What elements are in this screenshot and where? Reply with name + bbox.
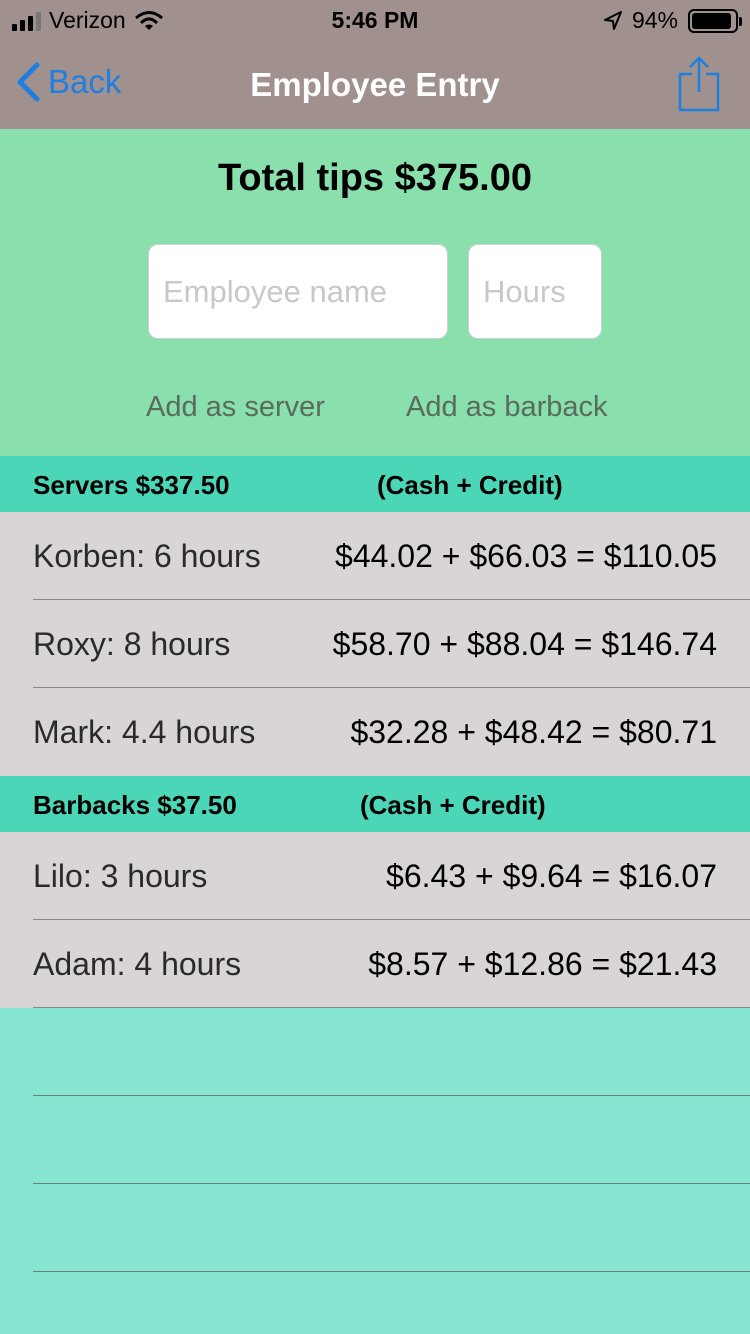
server-row[interactable]: Roxy: 8 hours $58.70 + $88.04 = $146.74 (0, 600, 750, 688)
barback-row[interactable]: Adam: 4 hours $8.57 + $12.86 = $21.43 (0, 920, 750, 1008)
employee-name: Korben: 6 hours (33, 538, 261, 574)
empty-row-divider (33, 1095, 750, 1096)
employee-name: Mark: 4.4 hours (33, 714, 256, 750)
battery-fill (692, 12, 732, 29)
share-button[interactable] (678, 56, 720, 117)
employee-name: Adam: 4 hours (33, 946, 242, 982)
employee-amount: $6.43 + $9.64 = $16.07 (386, 858, 717, 894)
employee-name: Lilo: 3 hours (33, 858, 208, 894)
battery-group: 94% (603, 7, 742, 34)
server-row[interactable]: Mark: 4.4 hours $32.28 + $48.42 = $80.71 (0, 688, 750, 776)
employee-amount: $58.70 + $88.04 = $146.74 (332, 626, 717, 662)
share-icon (678, 56, 720, 112)
barbacks-section-header: Barbacks $37.50 (Cash + Credit) (0, 776, 750, 832)
barbacks-header-title: Barbacks $37.50 (33, 790, 237, 820)
location-icon (603, 10, 622, 30)
servers-header-note: (Cash + Credit) (377, 470, 563, 500)
battery-icon (688, 8, 742, 33)
server-row[interactable]: Korben: 6 hours $44.02 + $66.03 = $110.0… (0, 512, 750, 600)
employee-name-input[interactable] (148, 244, 448, 339)
entry-panel: Total tips $375.00 Add as server Add as … (0, 129, 750, 456)
total-tips: Total tips $375.00 (218, 157, 532, 199)
employee-amount: $44.02 + $66.03 = $110.05 (335, 538, 717, 574)
employee-amount: $8.57 + $12.86 = $21.43 (368, 946, 717, 982)
page-title: Employee Entry (250, 66, 500, 103)
add-as-barback-button[interactable]: Add as barback (406, 391, 608, 424)
hours-input[interactable] (468, 244, 602, 339)
employee-amount: $32.28 + $48.42 = $80.71 (350, 714, 717, 750)
employee-name: Roxy: 8 hours (33, 626, 231, 662)
empty-row-divider (33, 1183, 750, 1184)
navigation-bar: Back Employee Entry (0, 40, 750, 129)
row-divider (33, 1007, 750, 1008)
servers-section-header: Servers $337.50 (Cash + Credit) (0, 456, 750, 512)
add-as-server-button[interactable]: Add as server (146, 391, 325, 424)
servers-list: Korben: 6 hours $44.02 + $66.03 = $110.0… (0, 512, 750, 776)
battery-percent: 94% (631, 7, 678, 33)
servers-header-title: Servers $337.50 (33, 470, 230, 500)
barback-row[interactable]: Lilo: 3 hours $6.43 + $9.64 = $16.07 (0, 832, 750, 920)
status-bar: Verizon 5:46 PM 94% (0, 0, 750, 40)
barbacks-header-note: (Cash + Credit) (360, 790, 546, 820)
empty-row-divider (33, 1271, 750, 1272)
barbacks-list: Lilo: 3 hours $6.43 + $9.64 = $16.07 Ada… (0, 832, 750, 1008)
